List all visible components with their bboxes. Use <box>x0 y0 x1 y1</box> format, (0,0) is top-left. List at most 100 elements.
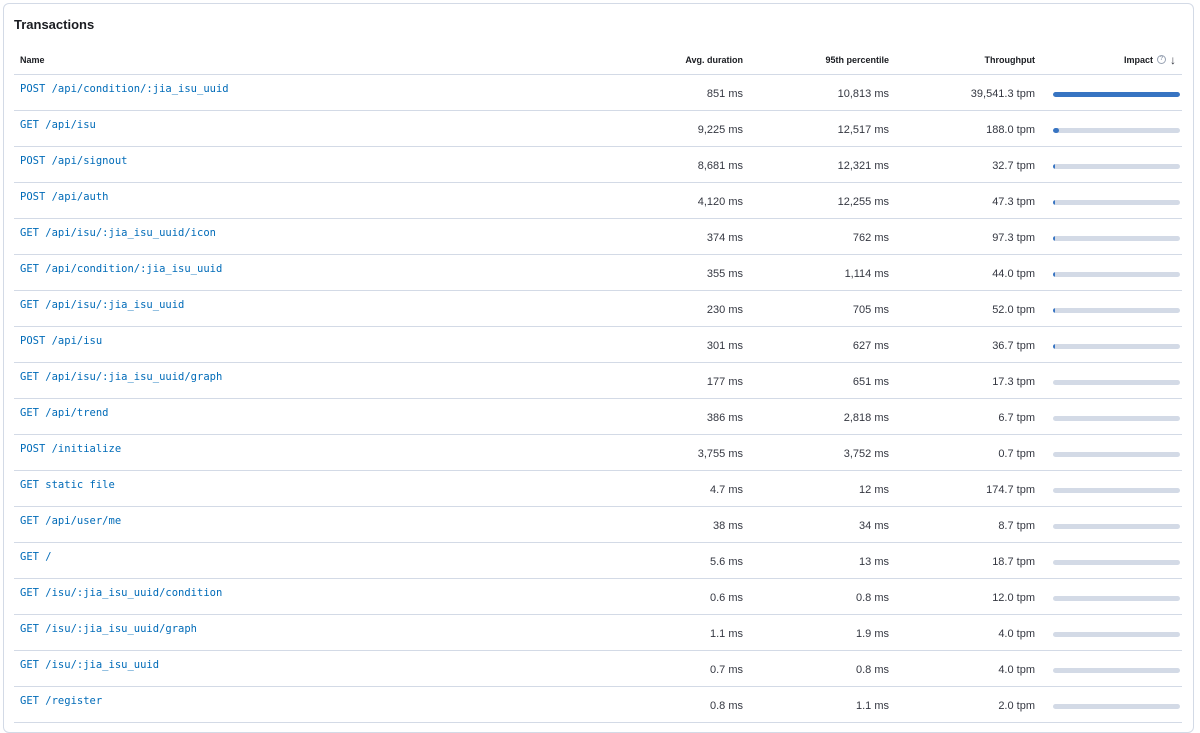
transaction-name-cell: POST /initialize <box>14 434 574 471</box>
transaction-name-link[interactable]: POST /initialize <box>20 443 121 455</box>
avg-duration-cell: 4,120 ms <box>574 182 749 219</box>
p95-cell: 651 ms <box>749 362 895 399</box>
impact-bar-fill <box>1053 163 1055 169</box>
impact-bar <box>1053 379 1180 385</box>
transaction-name-cell: GET static file <box>14 470 574 507</box>
impact-bar <box>1053 415 1180 421</box>
table-row: GET /api/user/me 38 ms 34 ms 8.7 tpm <box>14 506 1182 543</box>
column-header-95th-percentile[interactable]: 95th percentile <box>749 46 895 75</box>
impact-cell <box>1041 74 1182 111</box>
transaction-name-link[interactable]: GET /api/isu/:jia_isu_uuid/icon <box>20 227 216 239</box>
impact-bar-fill <box>1053 343 1055 349</box>
transaction-name-link[interactable]: POST /api/signout <box>20 155 127 167</box>
impact-cell <box>1041 182 1182 219</box>
p95-cell: 1.1 ms <box>749 686 895 723</box>
impact-cell <box>1041 470 1182 507</box>
transaction-name-cell: POST /api/isu <box>14 326 574 363</box>
transaction-name-link[interactable]: GET /api/isu/:jia_isu_uuid/graph <box>20 371 222 383</box>
table-row: POST /api/condition/:jia_isu_uuid 851 ms 1… <box>14 74 1182 111</box>
p95-cell: 2,818 ms <box>749 398 895 435</box>
avg-duration-cell: 5.6 ms <box>574 542 749 579</box>
impact-bar <box>1053 487 1180 493</box>
transaction-name-link[interactable]: GET /isu/:jia_isu_uuid <box>20 659 159 671</box>
avg-duration-cell: 8,681 ms <box>574 146 749 183</box>
transaction-name-cell: GET /api/trend <box>14 398 574 435</box>
transaction-name-cell: GET /api/isu/:jia_isu_uuid/graph <box>14 362 574 399</box>
transaction-name-cell: GET /isu/:jia_isu_uuid <box>14 650 574 687</box>
table-row: GET /api/condition/:jia_isu_uuid 355 ms 1,… <box>14 254 1182 291</box>
throughput-cell: 4.0 tpm <box>895 614 1041 651</box>
transaction-name-cell: GET /api/isu/:jia_isu_uuid <box>14 290 574 327</box>
transaction-name-link[interactable]: GET /api/user/me <box>20 515 121 527</box>
p95-cell: 12,517 ms <box>749 110 895 147</box>
column-header-impact[interactable]: Impact ? ↓ <box>1041 46 1182 75</box>
transaction-name-cell: GET /api/condition/:jia_isu_uuid <box>14 254 574 291</box>
p95-cell: 10,813 ms <box>749 74 895 111</box>
panel-title: Transactions <box>14 17 95 32</box>
transaction-name-link[interactable]: GET /isu/:jia_isu_uuid/graph <box>20 623 197 635</box>
transaction-name-cell: POST /api/auth <box>14 182 574 219</box>
transactions-table: Name Avg. duration 95th percentile Throu… <box>14 46 1182 723</box>
column-header-name[interactable]: Name <box>14 46 574 75</box>
impact-cell <box>1041 290 1182 327</box>
transaction-name-link[interactable]: GET /api/trend <box>20 407 109 419</box>
transaction-name-cell: GET /isu/:jia_isu_uuid/graph <box>14 614 574 651</box>
p95-cell: 34 ms <box>749 506 895 543</box>
transaction-name-link[interactable]: GET static file <box>20 479 115 491</box>
impact-cell <box>1041 542 1182 579</box>
impact-cell <box>1041 146 1182 183</box>
avg-duration-cell: 0.6 ms <box>574 578 749 615</box>
transaction-name-cell: GET /isu/:jia_isu_uuid/condition <box>14 578 574 615</box>
avg-duration-cell: 0.8 ms <box>574 686 749 723</box>
throughput-cell: 44.0 tpm <box>895 254 1041 291</box>
transactions-panel: Transactions Name Avg. duration 95th per… <box>3 3 1194 733</box>
impact-bar-fill <box>1053 127 1060 133</box>
impact-cell <box>1041 650 1182 687</box>
throughput-cell: 32.7 tpm <box>895 146 1041 183</box>
transaction-name-link[interactable]: POST /api/auth <box>20 191 109 203</box>
p95-cell: 0.8 ms <box>749 578 895 615</box>
throughput-cell: 0.7 tpm <box>895 434 1041 471</box>
impact-bar-fill <box>1053 271 1055 277</box>
impact-cell <box>1041 218 1182 255</box>
transaction-name-link[interactable]: GET /api/condition/:jia_isu_uuid <box>20 263 222 275</box>
throughput-cell: 36.7 tpm <box>895 326 1041 363</box>
impact-bar <box>1053 199 1180 205</box>
transaction-name-link[interactable]: POST /api/condition/:jia_isu_uuid <box>20 83 229 95</box>
column-header-throughput[interactable]: Throughput <box>895 46 1041 75</box>
table-row: GET /api/isu 9,225 ms 12,517 ms 188.0 tpm <box>14 110 1182 147</box>
table-row: GET /isu/:jia_isu_uuid 0.7 ms 0.8 ms 4.0 tp… <box>14 650 1182 687</box>
table-row: POST /api/isu 301 ms 627 ms 36.7 tpm <box>14 326 1182 363</box>
impact-bar <box>1053 163 1180 169</box>
table-row: GET /api/isu/:jia_isu_uuid/graph 177 ms 65… <box>14 362 1182 399</box>
p95-cell: 12,321 ms <box>749 146 895 183</box>
throughput-cell: 188.0 tpm <box>895 110 1041 147</box>
avg-duration-cell: 1.1 ms <box>574 614 749 651</box>
p95-cell: 1,114 ms <box>749 254 895 291</box>
table-row: GET /api/isu/:jia_isu_uuid 230 ms 705 ms 52… <box>14 290 1182 327</box>
throughput-cell: 97.3 tpm <box>895 218 1041 255</box>
impact-cell <box>1041 686 1182 723</box>
impact-bar <box>1053 703 1180 709</box>
impact-bar-fill <box>1053 91 1180 97</box>
transaction-name-link[interactable]: POST /api/isu <box>20 335 102 347</box>
avg-duration-cell: 355 ms <box>574 254 749 291</box>
transaction-name-link[interactable]: GET /register <box>20 695 102 707</box>
table-row: GET /register 0.8 ms 1.1 ms 2.0 tpm <box>14 686 1182 723</box>
info-icon[interactable]: ? <box>1157 55 1166 65</box>
transaction-name-link[interactable]: GET / <box>20 551 52 563</box>
impact-bar <box>1053 631 1180 637</box>
transaction-name-link[interactable]: GET /api/isu <box>20 119 96 131</box>
impact-cell <box>1041 110 1182 147</box>
impact-bar <box>1053 307 1180 313</box>
avg-duration-cell: 38 ms <box>574 506 749 543</box>
table-row: GET /api/isu/:jia_isu_uuid/icon 374 ms 762… <box>14 218 1182 255</box>
transaction-name-link[interactable]: GET /api/isu/:jia_isu_uuid <box>20 299 184 311</box>
arrow-down-icon[interactable]: ↓ <box>1170 53 1176 67</box>
transaction-name-cell: POST /api/condition/:jia_isu_uuid <box>14 74 574 111</box>
avg-duration-cell: 4.7 ms <box>574 470 749 507</box>
impact-bar <box>1053 595 1180 601</box>
transaction-name-link[interactable]: GET /isu/:jia_isu_uuid/condition <box>20 587 222 599</box>
throughput-cell: 39,541.3 tpm <box>895 74 1041 111</box>
column-header-avg-duration[interactable]: Avg. duration <box>574 46 749 75</box>
